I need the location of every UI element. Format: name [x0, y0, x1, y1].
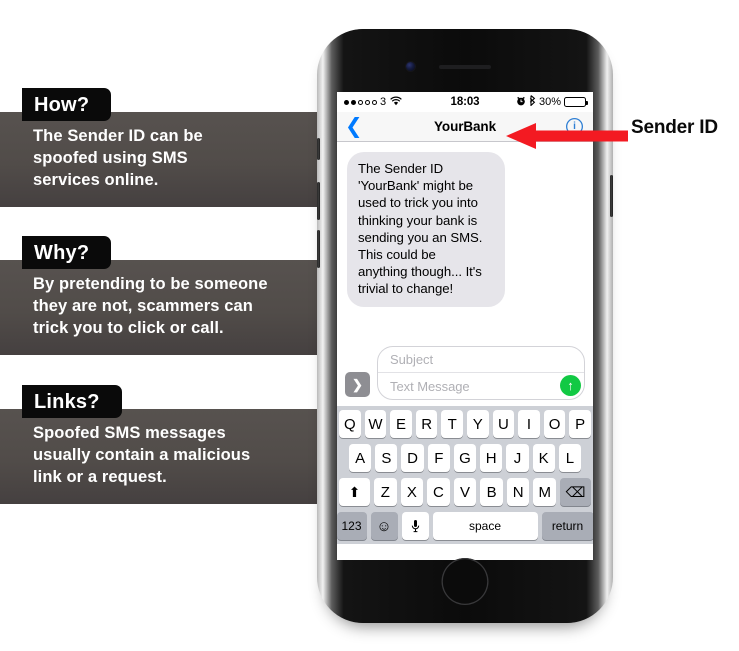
silent-switch[interactable] — [317, 138, 320, 160]
key-k[interactable]: K — [532, 444, 555, 472]
callout-why-body: By pretending to be someone they are not… — [0, 260, 330, 355]
front-camera-icon — [406, 62, 415, 71]
callout-why-tab-label: Why? — [34, 241, 90, 264]
wifi-icon — [390, 96, 402, 109]
callout-links-tab: Links? — [22, 385, 122, 418]
callout-why-text: By pretending to be someone they are not… — [33, 275, 268, 337]
key-p[interactable]: P — [569, 410, 591, 438]
key-o[interactable]: O — [543, 410, 566, 438]
keyboard-row-4: 123 ☺ space return — [337, 512, 593, 540]
keyboard-row-2: A S D F G H J K L — [339, 444, 591, 472]
power-button[interactable] — [610, 175, 613, 217]
send-arrow-up-icon[interactable]: ↑ — [560, 375, 581, 396]
compose-fields: Subject Text Message ↑ — [377, 346, 585, 400]
key-s[interactable]: S — [375, 444, 398, 472]
carrier-name: 3 — [380, 96, 387, 108]
callout-why-tab: Why? — [22, 236, 112, 269]
smartphone-mockup: 3 18:03 30% ❮ YourBank i The Sender ID '… — [317, 29, 613, 623]
key-e[interactable]: E — [390, 410, 412, 438]
key-v[interactable]: V — [453, 478, 477, 506]
message-thread: The Sender ID 'YourBank' might be used t… — [337, 142, 593, 342]
key-j[interactable]: J — [506, 444, 529, 472]
key-x[interactable]: X — [400, 478, 424, 506]
callout-links-text: Spoofed SMS messages usually contain a m… — [33, 424, 251, 486]
keyboard-row-1: Q W E R T Y U I O P — [339, 410, 591, 438]
backspace-delete-icon[interactable]: ⌫ — [560, 478, 592, 506]
emoji-smiley-icon[interactable]: ☺ — [370, 512, 398, 540]
shift-arrow-up-icon[interactable]: ⬆ — [338, 478, 370, 506]
compose-bar: ❯ Subject Text Message ↑ — [337, 342, 593, 406]
microphone-icon[interactable] — [401, 512, 429, 540]
expand-apps-button[interactable]: ❯ — [345, 372, 370, 397]
on-screen-keyboard: Q W E R T Y U I O P A S D F G H J K L ⬆ … — [337, 406, 593, 544]
subject-placeholder: Subject — [390, 352, 434, 367]
key-d[interactable]: D — [401, 444, 424, 472]
incoming-message-bubble: The Sender ID 'YourBank' might be used t… — [347, 152, 505, 307]
key-t[interactable]: T — [441, 410, 463, 438]
subject-input[interactable]: Subject — [378, 347, 584, 373]
keyboard-row-3: ⬆ Z X C V B N M ⌫ — [338, 478, 592, 506]
status-bar-left: 3 — [344, 96, 451, 109]
space-key[interactable]: space — [432, 512, 538, 540]
volume-up-button[interactable] — [317, 182, 320, 220]
key-m[interactable]: M — [533, 478, 557, 506]
key-w[interactable]: W — [364, 410, 387, 438]
key-q[interactable]: Q — [339, 410, 361, 438]
alarm-clock-icon — [516, 96, 526, 109]
sender-id-annotation-label: Sender ID — [631, 117, 718, 138]
infographic-canvas: The Sender ID can be spoofed using SMS s… — [0, 0, 739, 651]
key-u[interactable]: U — [492, 410, 515, 438]
key-n[interactable]: N — [506, 478, 530, 506]
callout-links-body: Spoofed SMS messages usually contain a m… — [0, 409, 330, 504]
callout-links-tab-label: Links? — [34, 390, 100, 413]
message-placeholder: Text Message — [390, 378, 470, 394]
key-b[interactable]: B — [480, 478, 503, 506]
key-l[interactable]: L — [558, 444, 581, 472]
key-a[interactable]: A — [349, 444, 372, 472]
left-arrow-icon — [506, 123, 628, 149]
return-key[interactable]: return — [541, 512, 593, 540]
key-g[interactable]: G — [453, 444, 477, 472]
status-bar-right: 30% — [479, 95, 589, 109]
callout-how-tab-label: How? — [34, 93, 90, 116]
volume-down-button[interactable] — [317, 230, 320, 268]
battery-percentage: 30% — [538, 96, 562, 108]
message-input[interactable]: Text Message ↑ — [378, 373, 584, 399]
key-c[interactable]: C — [427, 478, 450, 506]
battery-icon — [564, 97, 589, 107]
key-i[interactable]: I — [518, 410, 540, 438]
key-r[interactable]: R — [415, 410, 438, 438]
key-f[interactable]: F — [427, 444, 450, 472]
key-z[interactable]: Z — [373, 478, 397, 506]
numbers-key[interactable]: 123 — [337, 512, 367, 540]
callout-how-body: The Sender ID can be spoofed using SMS s… — [0, 112, 330, 207]
status-bar: 3 18:03 30% — [337, 92, 593, 112]
bluetooth-icon — [529, 95, 536, 109]
callout-how-text: The Sender ID can be spoofed using SMS s… — [33, 127, 203, 189]
key-y[interactable]: Y — [467, 410, 489, 438]
earpiece-speaker-icon — [439, 65, 491, 69]
callout-how-tab: How? — [22, 88, 112, 121]
phone-screen: 3 18:03 30% ❮ YourBank i The Sender ID '… — [337, 92, 593, 560]
home-button[interactable] — [441, 558, 489, 605]
status-bar-clock: 18:03 — [450, 96, 480, 108]
key-h[interactable]: H — [480, 444, 503, 472]
signal-strength-icon — [344, 99, 377, 105]
